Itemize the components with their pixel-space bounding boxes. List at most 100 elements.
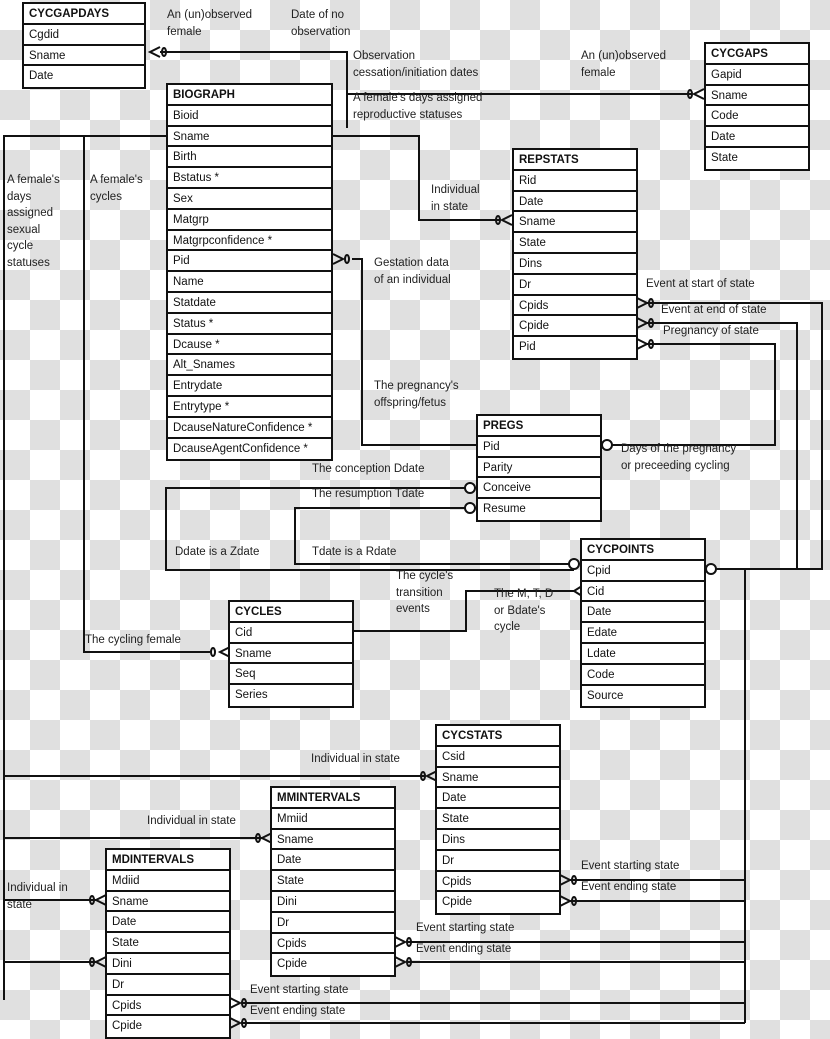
entity-field[interactable]: Code bbox=[582, 664, 704, 686]
circle-icon bbox=[464, 482, 476, 494]
entity-field[interactable]: DcauseAgentConfidence * bbox=[168, 438, 331, 460]
entity-field[interactable]: Code bbox=[706, 106, 808, 128]
entity-field[interactable]: Dr bbox=[514, 274, 636, 296]
label-tdate-rdate: Tdate is a Rdate bbox=[312, 546, 397, 558]
entity-field[interactable]: Rid bbox=[514, 170, 636, 192]
entity-mdintervals[interactable]: MDINTERVALS Mdiid Sname Date State Dini Dr Cpid… bbox=[105, 848, 231, 1039]
label-conception-ddate: The conception Ddate bbox=[312, 463, 425, 475]
link-repstats-cpids bbox=[646, 302, 823, 570]
entity-field[interactable]: Ldate bbox=[582, 643, 704, 665]
entity-title: CYCPOINTS bbox=[582, 540, 704, 561]
entity-field[interactable]: Dini bbox=[107, 953, 229, 975]
entity-biograph[interactable]: BIOGRAPH Bioid Sname Birth Bstatus * Sex Matgr… bbox=[166, 83, 333, 462]
entity-field[interactable]: Entrytype * bbox=[168, 396, 331, 418]
entity-field[interactable]: Cid bbox=[230, 622, 352, 644]
entity-field[interactable]: Mdiid bbox=[107, 870, 229, 892]
entity-field[interactable]: DcauseNatureConfidence * bbox=[168, 417, 331, 439]
entity-field[interactable]: Dini bbox=[272, 891, 394, 913]
label-resumption-tdate: The resumption Tdate bbox=[312, 488, 425, 500]
entity-field[interactable]: Bstatus * bbox=[168, 168, 331, 189]
entity-field[interactable]: Entrydate bbox=[168, 376, 331, 397]
entity-field[interactable]: Birth bbox=[168, 147, 331, 169]
entity-cycgaps[interactable]: CYCGAPS Gapid Sname Code Date State bbox=[704, 42, 810, 171]
entity-field[interactable]: Dr bbox=[437, 850, 559, 872]
entity-title: CYCGAPDAYS bbox=[24, 4, 144, 25]
entity-pregs[interactable]: PREGS Pid Parity Conceive Resume bbox=[476, 414, 602, 522]
entity-cycpoints[interactable]: CYCPOINTS Cpid Cid Date Edate Ldate Code Source bbox=[580, 538, 706, 709]
entity-field[interactable]: State bbox=[437, 809, 559, 830]
entity-field[interactable]: Seq bbox=[230, 664, 352, 686]
entity-cycgapdays[interactable]: CYCGAPDAYS Cgdid Sname Date bbox=[22, 2, 146, 90]
entity-field[interactable]: Pid bbox=[478, 436, 600, 458]
entity-field[interactable]: Matgrp bbox=[168, 209, 331, 231]
entity-field[interactable]: Sname bbox=[437, 767, 559, 789]
entity-field[interactable]: Statdate bbox=[168, 292, 331, 314]
label-observation-dates: Observation cessation/initiation dates bbox=[353, 50, 479, 79]
entity-field[interactable]: Date bbox=[437, 788, 559, 810]
entity-field[interactable]: Dr bbox=[107, 974, 229, 996]
entity-field[interactable]: Date bbox=[272, 850, 394, 872]
entity-field[interactable]: Cpide bbox=[272, 954, 394, 976]
entity-field[interactable]: Cpid bbox=[582, 560, 704, 582]
label-date-no-observation: Date of no observation bbox=[291, 9, 351, 38]
entity-field[interactable]: Cpids bbox=[437, 871, 559, 893]
entity-field[interactable]: Gapid bbox=[706, 64, 808, 86]
entity-field[interactable]: Date bbox=[24, 66, 144, 88]
entity-field[interactable]: Status * bbox=[168, 313, 331, 335]
entity-field[interactable]: Bioid bbox=[168, 105, 331, 127]
entity-field[interactable]: Edate bbox=[582, 623, 704, 644]
entity-field[interactable]: Cgdid bbox=[24, 24, 144, 46]
entity-field[interactable]: Date bbox=[582, 602, 704, 624]
entity-field[interactable]: Alt_Snames bbox=[168, 355, 331, 377]
entity-field[interactable]: Date bbox=[514, 191, 636, 213]
entity-field[interactable]: Pid bbox=[514, 337, 636, 358]
label-individual-in-state-md: Individual in state bbox=[7, 882, 68, 911]
entity-field[interactable]: Sname bbox=[272, 829, 394, 851]
entity-field[interactable]: Dins bbox=[437, 829, 559, 851]
entity-field[interactable]: Sname bbox=[107, 891, 229, 913]
entity-mmintervals[interactable]: MMINTERVALS Mmiid Sname Date State Dini Dr Cpid… bbox=[270, 786, 396, 978]
label-repro-statuses: A female's days assigned reproductive st… bbox=[353, 92, 483, 121]
entity-field[interactable]: Dr bbox=[272, 912, 394, 934]
entity-field[interactable]: Parity bbox=[478, 457, 600, 479]
circle-icon bbox=[464, 502, 476, 514]
entity-field[interactable]: Cpide bbox=[437, 892, 559, 914]
entity-title: CYCLES bbox=[230, 602, 352, 623]
entity-field[interactable]: Csid bbox=[437, 746, 559, 768]
entity-field[interactable]: State bbox=[272, 871, 394, 892]
label-days-of-pregnancy: Days of the pregnancy or preceeding cycl… bbox=[621, 443, 737, 472]
entity-field[interactable]: Dins bbox=[514, 253, 636, 275]
entity-field[interactable]: Sname bbox=[168, 126, 331, 148]
entity-field[interactable]: Resume bbox=[478, 499, 600, 520]
entity-repstats[interactable]: REPSTATS Rid Date Sname State Dins Dr Cpids Cpid… bbox=[512, 148, 638, 360]
entity-field[interactable]: Cpids bbox=[272, 933, 394, 955]
entity-field[interactable]: Conceive bbox=[478, 478, 600, 500]
entity-field[interactable]: Dcause * bbox=[168, 334, 331, 356]
entity-field[interactable]: Cpide bbox=[107, 1016, 229, 1038]
entity-field[interactable]: Date bbox=[706, 127, 808, 148]
entity-field[interactable]: Sex bbox=[168, 188, 331, 210]
entity-field[interactable]: Mmiid bbox=[272, 808, 394, 830]
entity-title: BIOGRAPH bbox=[168, 85, 331, 106]
label-unobserved-female-2: An (un)observed female bbox=[581, 50, 667, 79]
entity-field[interactable]: Source bbox=[582, 685, 704, 707]
entity-field[interactable]: Cpids bbox=[514, 295, 636, 317]
entity-cycles[interactable]: CYCLES Cid Sname Seq Series bbox=[228, 600, 354, 708]
entity-field[interactable]: Sname bbox=[514, 212, 636, 234]
entity-field[interactable]: Date bbox=[107, 912, 229, 934]
entity-field[interactable]: Series bbox=[230, 685, 352, 706]
entity-field[interactable]: State bbox=[514, 233, 636, 254]
entity-field[interactable]: State bbox=[706, 147, 808, 169]
entity-field[interactable]: State bbox=[107, 933, 229, 954]
entity-field[interactable]: Cpids bbox=[107, 995, 229, 1017]
entity-field[interactable]: Pid bbox=[168, 251, 331, 273]
entity-field[interactable]: Sname bbox=[24, 45, 144, 67]
label-mm-event-ending: Event ending state bbox=[416, 943, 512, 955]
entity-field[interactable]: Cpide bbox=[514, 316, 636, 338]
entity-field[interactable]: Sname bbox=[706, 85, 808, 107]
entity-field[interactable]: Matgrpconfidence * bbox=[168, 230, 331, 252]
entity-field[interactable]: Sname bbox=[230, 643, 352, 665]
entity-field[interactable]: Name bbox=[168, 272, 331, 293]
entity-cycstats[interactable]: CYCSTATS Csid Sname Date State Dins Dr Cpids Cpi… bbox=[435, 724, 561, 916]
entity-field[interactable]: Cid bbox=[582, 581, 704, 603]
